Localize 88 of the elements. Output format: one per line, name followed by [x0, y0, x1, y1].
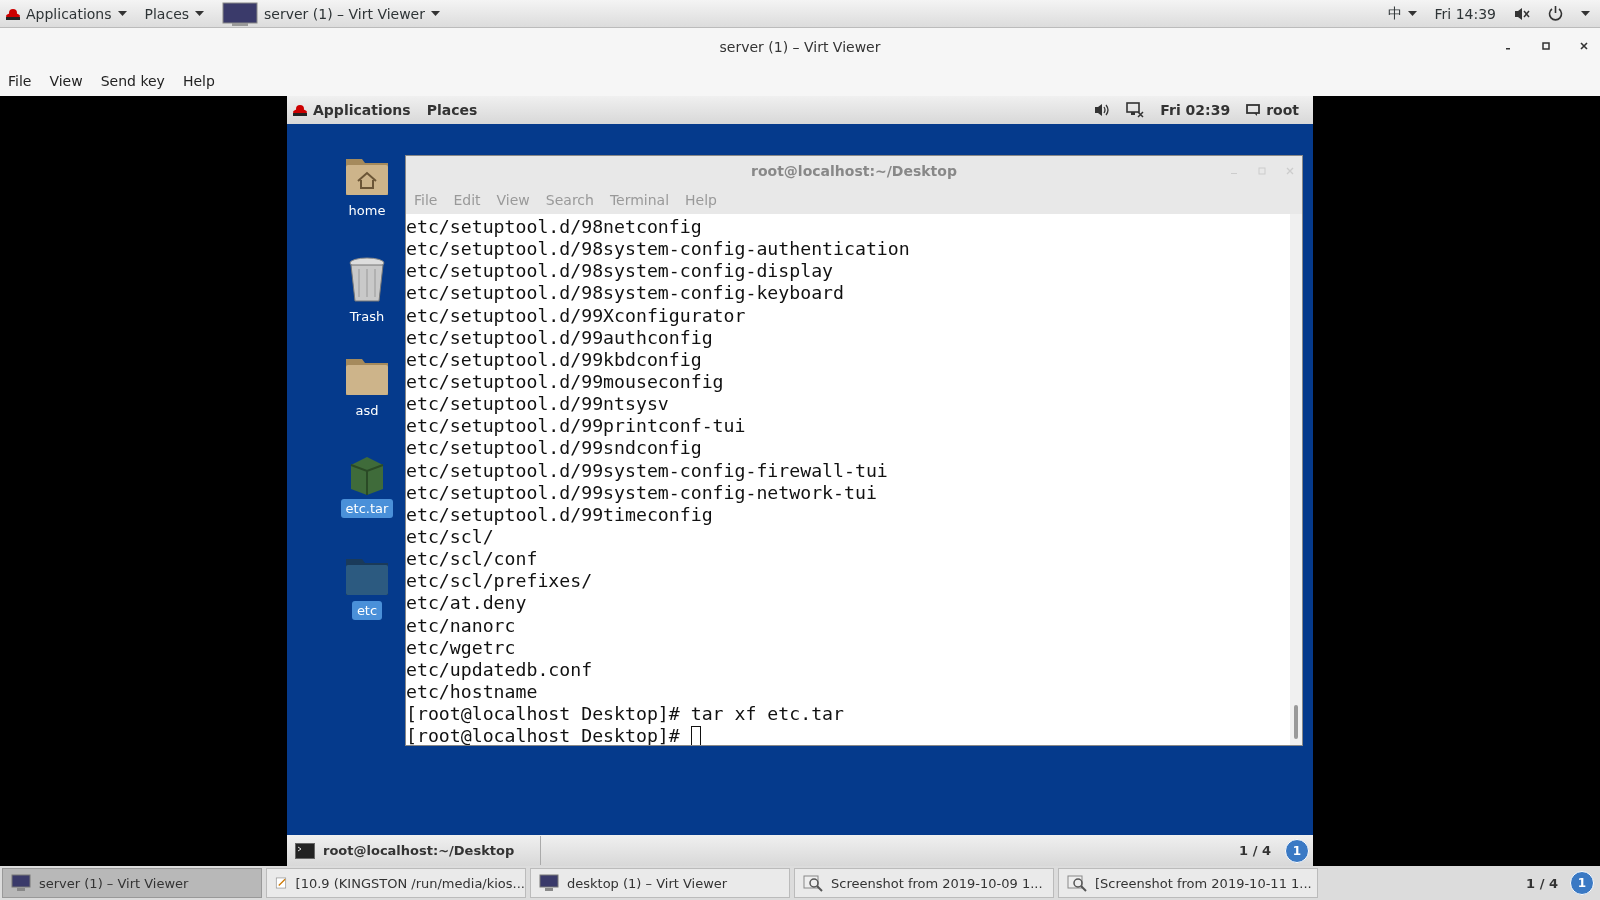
maximize-icon[interactable] [1542, 42, 1550, 50]
terminal-icon [295, 842, 315, 859]
terminal-line: etc/setuptool.d/99timeconfig [406, 503, 713, 526]
terminal-line: etc/setuptool.d/98system-config-display [406, 260, 834, 283]
speaker-icon[interactable] [1094, 103, 1111, 117]
terminal-line: etc/setuptool.d/98system-config-keyboard [406, 282, 844, 305]
menu-item[interactable]: Send key [100, 73, 165, 89]
terminal-line: etc/scl/ [406, 525, 494, 549]
notepad-icon [275, 874, 288, 892]
menu-item[interactable]: Help [182, 73, 215, 89]
icon-label[interactable]: Trash [344, 307, 390, 326]
input-method-menu[interactable]: 中 [1387, 4, 1417, 23]
taskbar-label: desktop (1) – Virt Viewer [567, 875, 728, 891]
terminal-line: etc/setuptool.d/98system-config-authentication [406, 238, 910, 261]
taskbar-item[interactable]: Screenshot from 2019-10-09 1... [794, 868, 1054, 898]
monitor-icon [11, 874, 31, 892]
text-cursor [690, 726, 701, 745]
terminal-line: etc/setuptool.d/99printconf-tui [406, 415, 746, 438]
terminal-line: etc/hostname [406, 680, 538, 704]
user-label: root [1266, 102, 1299, 118]
notification-badge[interactable]: 1 [1570, 871, 1594, 895]
caret-icon[interactable] [1581, 11, 1590, 16]
taskbar-item[interactable]: root@localhost:~/Desktop [295, 836, 541, 865]
icon-label[interactable]: asd [350, 401, 384, 420]
taskbar-item[interactable]: [10.9 (KINGSTON /run/media/kios... [266, 868, 526, 898]
terminal-line: etc/setuptool.d/99Xconfigurator [406, 304, 746, 327]
terminal-line: etc/setuptool.d/99mouseconfig [406, 371, 724, 394]
terminal-line: etc/setuptool.d/99authconfig [406, 326, 713, 349]
terminal-line: etc/at.deny [406, 592, 527, 615]
terminal-line: etc/wgetrc [406, 636, 516, 659]
terminal-line: etc/nanorc [406, 614, 516, 637]
taskbar-label: [10.9 (KINGSTON /run/media/kios... [295, 875, 525, 891]
window-title: server (1) – Virt Viewer [719, 39, 881, 55]
user-menu[interactable]: root [1246, 102, 1299, 118]
caret-icon [431, 11, 440, 16]
terminal-line: etc/scl/prefixes/ [406, 570, 593, 593]
applications-menu[interactable]: Applications [6, 5, 127, 22]
scrollbar-thumb[interactable] [1294, 705, 1298, 739]
taskbar-item[interactable]: server (1) – Virt Viewer [2, 868, 262, 898]
network-icon[interactable] [1126, 102, 1145, 118]
terminal-line: [root@localhost Desktop]# [406, 725, 681, 745]
workspace-indicator[interactable]: 1 / 4 [1239, 843, 1271, 858]
magnifier-icon [1067, 874, 1087, 892]
taskbar-item[interactable]: desktop (1) – Virt Viewer [530, 868, 790, 898]
clock[interactable]: Fri 14:39 [1434, 5, 1496, 22]
caret-icon [1407, 11, 1417, 16]
taskbar-label: Screenshot from 2019-10-09 1... [831, 875, 1043, 891]
taskbar-label: root@localhost:~/Desktop [323, 843, 515, 858]
terminal-line: etc/setuptool.d/99system-config-firewall-tui [406, 459, 888, 482]
close-icon[interactable] [1580, 42, 1588, 50]
terminal-line: etc/setuptool.d/99system-config-network-tui [406, 481, 877, 504]
terminal-line: etc/setuptool.d/98netconfig [406, 216, 702, 239]
caret-icon [195, 11, 205, 16]
hat-icon [6, 7, 20, 20]
terminal-line: etc/setuptool.d/99kbdconfig [406, 348, 702, 371]
places-label: Places [144, 5, 190, 22]
notification-badge[interactable]: 1 [1285, 838, 1309, 863]
terminal-line: etc/setuptool.d/99ntsysv [406, 393, 669, 416]
icon-label[interactable]: home [343, 201, 391, 220]
taskbar-item[interactable]: [Screenshot from 2019-10-11 1... [1058, 868, 1318, 898]
terminal-line: etc/setuptool.d/99sndconfig [406, 437, 702, 460]
clock[interactable]: Fri 02:39 [1160, 102, 1231, 118]
caret-icon [117, 11, 127, 16]
terminal-line: etc/updatedb.conf [406, 658, 593, 681]
active-app-label: server (1) – Virt Viewer [264, 5, 425, 22]
places-menu[interactable]: Places [426, 102, 478, 118]
menu-item[interactable]: File [8, 73, 32, 89]
taskbar-label: [Screenshot from 2019-10-11 1... [1095, 875, 1312, 891]
workspace-indicator[interactable]: 1 / 4 [1526, 875, 1558, 891]
terminal-line: [root@localhost Desktop]# tar xf etc.tar [406, 703, 844, 726]
terminal-line: etc/scl/conf [406, 548, 538, 571]
applications-label: Applications [313, 102, 411, 118]
speaker-muted-icon[interactable] [1514, 6, 1530, 21]
places-menu[interactable]: Places [144, 5, 205, 22]
input-method-label: 中 [1387, 4, 1402, 23]
applications-menu[interactable]: Applications [293, 102, 411, 118]
power-icon[interactable] [1548, 6, 1563, 21]
taskbar-label: server (1) – Virt Viewer [39, 875, 189, 891]
magnifier-icon [803, 874, 823, 892]
monitor-icon [539, 874, 559, 892]
menu-item[interactable]: View [49, 73, 83, 89]
applications-label: Applications [26, 5, 112, 22]
active-app-menu[interactable]: server (1) – Virt Viewer [222, 1, 440, 26]
monitor-icon [222, 1, 259, 26]
terminal-title: root@localhost:~/Desktop [751, 163, 957, 179]
chat-icon [1246, 104, 1261, 116]
hat-icon [293, 104, 307, 116]
trash-icon[interactable] [347, 255, 387, 303]
